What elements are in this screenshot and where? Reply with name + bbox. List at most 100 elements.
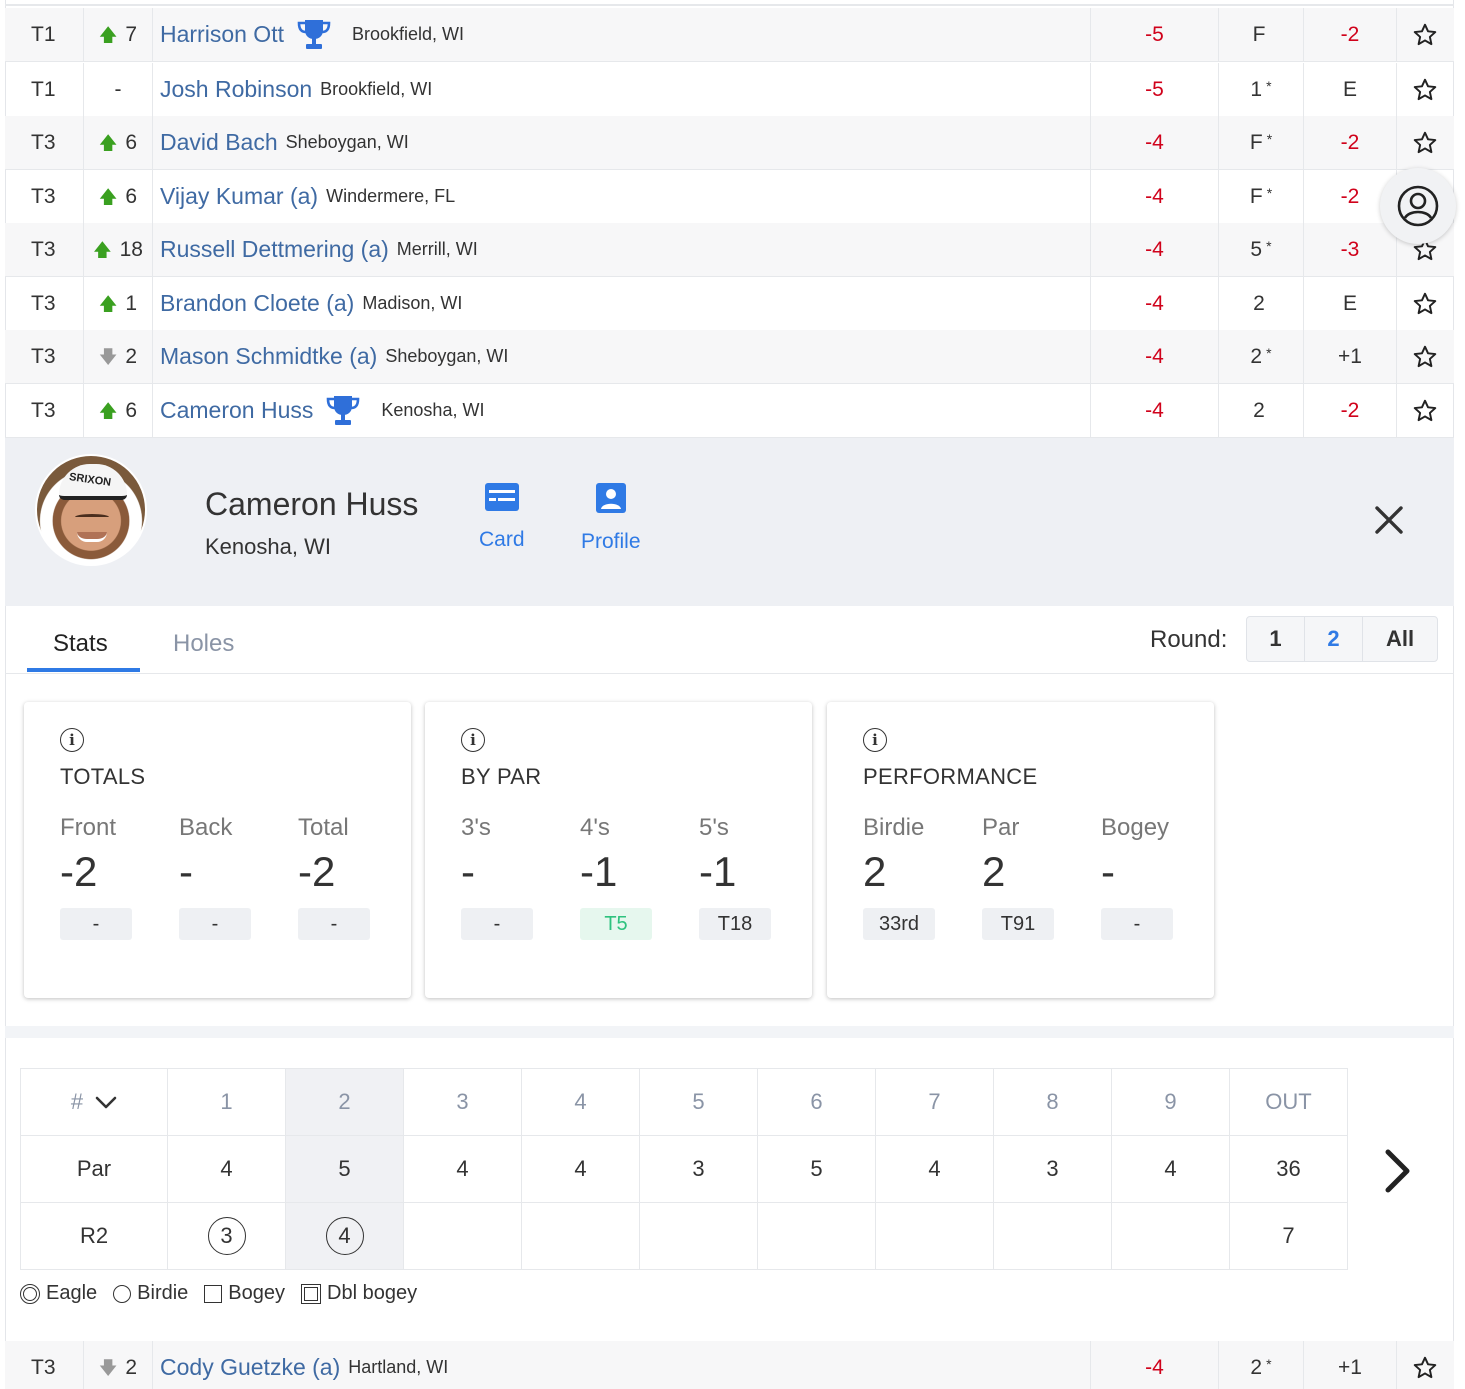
total-to-par: -4 [1091,384,1219,437]
leaderboard-row[interactable]: T3 🡇 2 Mason Schmidtke (a) Sheboygan, WI -4 2 *… [5,330,1454,384]
today-score: E [1304,63,1397,116]
player-name-link[interactable]: Josh Robinson [160,76,312,103]
player-hometown: Sheboygan, WI [385,346,509,366]
round-option-2[interactable]: 2 [1305,617,1363,661]
player-name-link[interactable]: David Bach [160,129,278,156]
hole-score-cell: 3 [167,1202,286,1270]
thru-star: * [1266,344,1272,361]
scorecard-icon [484,483,519,511]
thru: 1 * [1219,63,1304,116]
hole-par: 5 [757,1135,876,1203]
player-name-link[interactable]: Brandon Cloete (a) [160,290,354,317]
chevron-down-icon [95,1096,117,1109]
thru-value: 2 [1250,344,1263,368]
leaderboard-row[interactable]: T3 🡅 1 Brandon Cloete (a) Madison, WI -4 2 E [5,277,1454,331]
favorite-button[interactable] [1397,1355,1453,1381]
hole-score [875,1202,994,1270]
player-name-link[interactable]: Cameron Huss [160,397,313,424]
stat-item: 5's -1 T18 [699,814,809,940]
thru-star: * [1266,1355,1272,1372]
profile-button[interactable]: Profile [581,482,641,554]
total-to-par: -4 [1091,223,1219,276]
movement-value: 1 [125,291,138,315]
round-option-1[interactable]: 1 [1247,617,1305,661]
leaderboard-row[interactable]: T3 🡇 2 Cody Guetzke (a) Hartland, WI -4 2 * +1 [5,1341,1454,1389]
thru: 2 [1219,277,1304,330]
total-to-par: -4 [1091,170,1219,223]
card-title: PERFORMANCE [863,764,1038,789]
stat-card-totals: i TOTALS Front -2 - Back - - Total -2 - [24,702,411,998]
legend-eagle-label: Eagle [46,1282,98,1304]
user-account-button[interactable] [1380,168,1456,244]
round-option-all[interactable]: All [1363,617,1437,661]
leaderboard-row[interactable]: T3 🡅 6 Cameron Huss Kenosha, WI -4 2 -2 [5,384,1454,438]
favorite-button[interactable] [1397,77,1453,103]
player-name-link[interactable]: Cody Guetzke (a) [160,1354,340,1381]
tab-stats[interactable]: Stats [53,630,108,658]
today-score: -3 [1304,223,1397,276]
birdie-score: 4 [325,1217,364,1255]
stat-item: 4's -1 T5 [580,814,690,940]
hole-score-cell: 4 [285,1202,404,1270]
stat-item: Back - - [179,814,289,940]
thru-star: * [1266,77,1272,94]
player-name-link[interactable]: Harrison Ott [160,21,284,48]
chevron-right-icon[interactable] [1380,1148,1414,1194]
leaderboard-row[interactable]: T1- Josh Robinson Brookfield, WI -5 1 * E [5,63,1454,117]
hole-par: 5 [285,1135,404,1203]
bogey-icon [204,1284,223,1303]
leaderboard-row[interactable]: T1 🡅 7 Harrison Ott Brookfield, WI -5 F -2 [5,8,1454,62]
movement-value: - [114,77,122,101]
position: T3 [31,1355,56,1379]
stat-rank-badge: 33rd [863,908,935,940]
position: T3 [31,344,56,368]
info-icon[interactable]: i [863,728,887,752]
active-tab-indicator [27,668,140,672]
legend-dbl-bogey-label: Dbl bogey [327,1282,418,1304]
star-icon [1413,292,1437,314]
favorite-button[interactable] [1397,291,1453,317]
player-cell: Harrison Ott Brookfield, WI [153,8,1091,61]
leaderboard-row[interactable]: T3 🡅 18 Russell Dettmering (a) Merrill, WI -4… [5,223,1454,277]
star-icon [1413,1356,1437,1378]
hole-number: 7 [875,1068,994,1136]
movement-value: 18 [119,237,143,261]
close-icon[interactable] [1371,502,1407,538]
trophy-icon [327,395,360,425]
player-name-link[interactable]: Mason Schmidtke (a) [160,343,377,370]
hole-number: 3 [403,1068,522,1136]
cap-logo: SRIXON [68,471,112,489]
stat-label: Back [179,814,233,841]
hole-sort-header[interactable]: # [20,1068,168,1136]
hole-number: 5 [639,1068,758,1136]
info-icon[interactable]: i [461,728,485,752]
favorite-button[interactable] [1397,130,1453,156]
movement-value: 2 [125,344,138,368]
player-name-link[interactable]: Vijay Kumar (a) [160,183,318,210]
round-label: Round: [1150,626,1228,653]
legend-eagle: Eagle [20,1282,97,1305]
favorite-button[interactable] [1397,344,1453,370]
info-icon[interactable]: i [60,728,84,752]
thru-value: F [1249,130,1263,154]
player-location: Kenosha, WI [205,534,331,559]
tab-holes[interactable]: Holes [173,630,234,658]
stat-label: Total [298,814,349,841]
card-button[interactable]: Card [479,482,525,552]
trophy-icon [297,19,331,49]
player-cell: Russell Dettmering (a) Merrill, WI [153,223,1091,276]
stat-value: -1 [580,848,618,895]
player-name-link[interactable]: Russell Dettmering (a) [160,236,389,263]
favorite-button[interactable] [1397,22,1453,48]
stat-rank-badge: T18 [699,908,771,940]
birdie-icon [113,1284,132,1303]
leaderboard-row[interactable]: T3 🡅 6 David Bach Sheboygan, WI -4 F * -2 [5,116,1454,170]
stat-value: - [461,848,475,895]
position-movement: 🡅 1 [83,277,153,330]
hole-number: OUT [1229,1068,1348,1136]
avatar-eyes [75,514,109,520]
favorite-button[interactable] [1397,398,1453,424]
leaderboard-row[interactable]: T3 🡅 6 Vijay Kumar (a) Windermere, FL -4 F * -2 [5,170,1454,224]
stat-card-by-par: i BY PAR 3's - - 4's -1 T5 5's -1 T18 [425,702,812,998]
today-score: -2 [1304,116,1397,169]
